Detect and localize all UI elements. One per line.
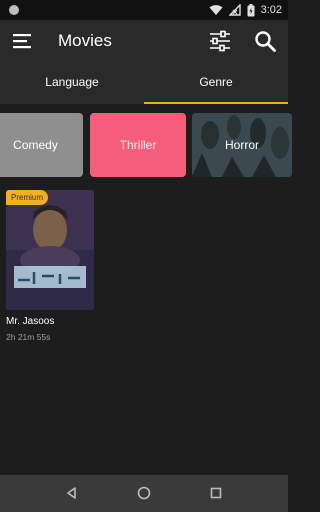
search-icon (255, 31, 276, 52)
recents-icon (210, 487, 222, 499)
back-icon (67, 487, 76, 499)
signal-icon (228, 4, 241, 16)
filter-button[interactable] (208, 29, 232, 53)
genre-card-horror[interactable]: Horror (192, 113, 292, 177)
wifi-icon (209, 5, 223, 15)
genre-label: Comedy (13, 138, 58, 152)
genre-card-thriller[interactable]: Thriller (90, 113, 186, 177)
premium-badge: Premium (6, 190, 49, 205)
genre-label: Thriller (119, 138, 157, 152)
movie-duration: 2h 21m 55s (6, 332, 51, 342)
app-bar: Movies (0, 20, 288, 62)
genre-label: Horror (224, 138, 259, 152)
page-title: Movies (58, 31, 112, 50)
home-button[interactable] (136, 485, 152, 501)
tab-genre[interactable]: Genre (144, 62, 288, 104)
menu-icon (13, 34, 31, 49)
status-time: 3:02 (260, 4, 282, 16)
genre-card-comedy[interactable]: Comedy (0, 113, 83, 177)
search-button[interactable] (253, 29, 277, 53)
home-icon (137, 486, 151, 500)
recents-button[interactable] (208, 485, 224, 501)
battery-icon (247, 3, 255, 16)
notification-dot-icon (9, 5, 19, 15)
menu-button[interactable] (10, 30, 34, 52)
system-nav-bar (0, 475, 288, 512)
back-button[interactable] (64, 485, 80, 501)
movie-poster: Premium (6, 190, 94, 310)
poster-image (6, 190, 94, 310)
status-bar: 3:02 (0, 0, 288, 20)
genre-list: Comedy Thriller Horror (0, 113, 292, 177)
tab-bar: Language Genre (0, 62, 288, 104)
movie-title: Mr. Jasoos (6, 316, 55, 327)
filter-icon (210, 30, 230, 52)
status-icons: 3:02 (209, 3, 282, 17)
movie-card[interactable]: Premium Mr. Jasoos 2h 21m 55s (6, 190, 94, 342)
tab-language[interactable]: Language (0, 62, 144, 104)
